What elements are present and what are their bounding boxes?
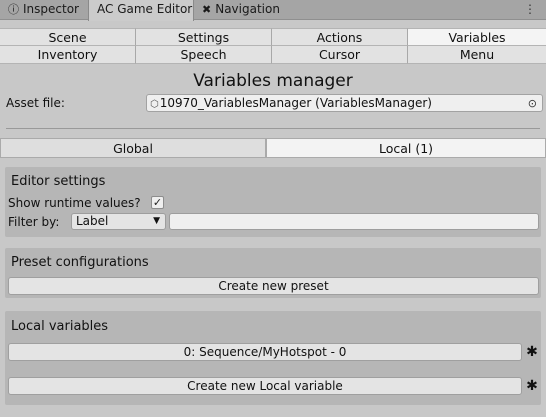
window-tab-bar: ⓘ Inspector AC Game Editor ✖ Navigation ⋮ [0, 0, 546, 21]
create-new-local-variable-button[interactable]: Create new Local variable [8, 377, 522, 395]
asset-file-label: Asset file: [6, 96, 65, 110]
page-title: Variables manager [193, 71, 353, 91]
nav-variables[interactable]: Variables [408, 28, 546, 46]
editor-settings-title: Editor settings [11, 174, 106, 189]
tab-ac-game-editor[interactable]: AC Game Editor [88, 0, 194, 21]
bottom-strip [0, 411, 546, 417]
filter-by-dropdown[interactable]: Label ▼ [71, 213, 166, 230]
info-icon: ⓘ [8, 3, 19, 16]
object-picker-icon[interactable]: ⊙ [528, 96, 537, 111]
filter-by-label: Filter by: [8, 215, 60, 229]
nav-inventory[interactable]: Inventory [0, 46, 136, 64]
nav-scene[interactable]: Scene [0, 28, 136, 46]
checkmark-icon: ✓ [152, 196, 163, 209]
divider [6, 128, 540, 129]
filter-by-value: Label [76, 214, 109, 228]
filter-text-input[interactable] [169, 213, 539, 230]
asset-file-field[interactable]: ⬡10970_VariablesManager (VariablesManage… [146, 94, 543, 112]
tab-global[interactable]: Global [0, 138, 266, 158]
tab-navigation-label: Navigation [215, 2, 280, 16]
preset-configurations-title: Preset configurations [11, 255, 149, 270]
section-nav: Scene Settings Actions Variables Invento… [0, 28, 546, 64]
asset-file-value: 10970_VariablesManager (VariablesManager… [159, 96, 432, 110]
show-runtime-checkbox[interactable]: ✓ [151, 196, 164, 209]
nav-speech[interactable]: Speech [136, 46, 272, 64]
nav-settings[interactable]: Settings [136, 28, 272, 46]
local-variables-title: Local variables [11, 319, 109, 334]
navigation-icon: ✖ [202, 3, 212, 16]
tab-local[interactable]: Local (1) [266, 138, 546, 158]
gear-icon[interactable]: ✱ [525, 345, 539, 359]
nav-menu[interactable]: Menu [408, 46, 546, 64]
nav-cursor[interactable]: Cursor [272, 46, 408, 64]
tab-navigation[interactable]: ✖ Navigation [202, 0, 280, 20]
dropdown-arrow-icon: ▼ [153, 216, 160, 226]
more-options-icon[interactable]: ⋮ [524, 0, 536, 20]
tab-inspector-label: Inspector [23, 2, 79, 16]
gear-icon[interactable]: ✱ [525, 379, 539, 393]
nav-actions[interactable]: Actions [272, 28, 408, 46]
tab-inspector[interactable]: ⓘ Inspector [8, 0, 79, 20]
show-runtime-label: Show runtime values? [8, 196, 141, 210]
local-variable-item[interactable]: 0: Sequence/MyHotspot - 0 [8, 343, 522, 361]
scriptable-object-icon: ⬡ [150, 99, 159, 110]
create-new-preset-button[interactable]: Create new preset [8, 277, 539, 295]
tab-ac-game-editor-label: AC Game Editor [97, 2, 193, 16]
